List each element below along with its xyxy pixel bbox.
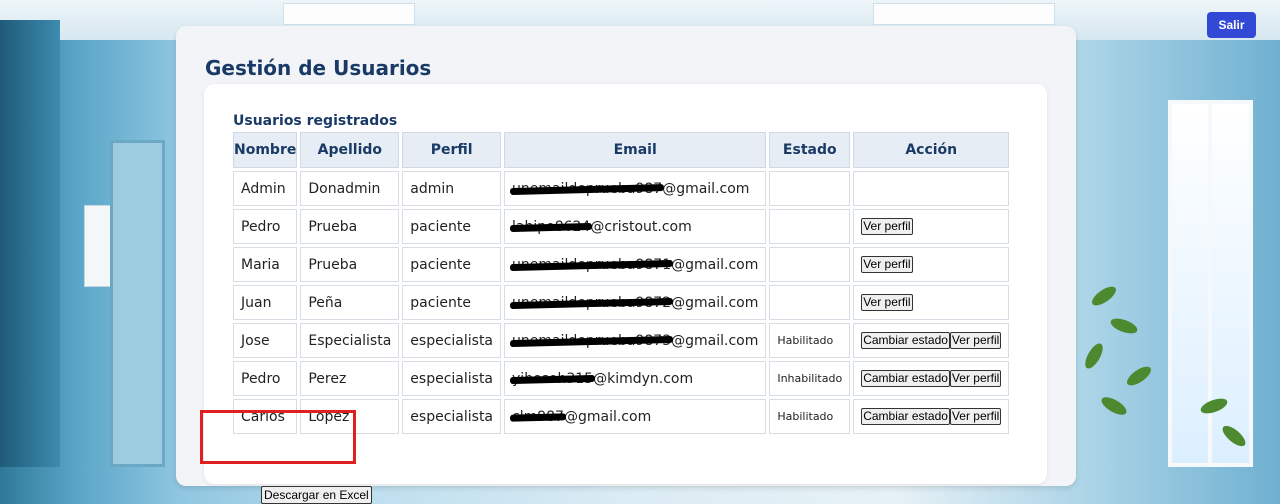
email-redacted: unemaildeprueba9872 bbox=[512, 294, 672, 311]
cell-accion: Ver perfil bbox=[853, 285, 1010, 320]
cell-nombre: Admin bbox=[233, 171, 298, 206]
cell-accion: Cambiar estado Ver perfil bbox=[853, 399, 1010, 434]
cell-nombre: Jose bbox=[233, 323, 298, 358]
table-row: Jose Especialista especialista unemailde… bbox=[233, 323, 1010, 358]
background-door bbox=[0, 20, 60, 467]
column-header-nombre: Nombre bbox=[233, 132, 298, 168]
email-domain: @cristout.com bbox=[590, 218, 692, 235]
cell-nombre: Maria bbox=[233, 247, 298, 282]
email-domain: @gmail.com bbox=[563, 408, 652, 425]
table-row: Admin Donadmin admin unemaildeprueba987@… bbox=[233, 171, 1010, 206]
cell-estado bbox=[769, 285, 851, 320]
logout-button[interactable]: Salir bbox=[1207, 12, 1256, 38]
cell-email: labipo8624@cristout.com bbox=[504, 209, 767, 244]
cell-email: unemaildeprueba9873@gmail.com bbox=[504, 323, 767, 358]
background-door bbox=[110, 140, 165, 467]
cell-estado bbox=[769, 209, 851, 244]
cell-accion: Cambiar estado Ver perfil bbox=[853, 323, 1010, 358]
email-domain: @gmail.com bbox=[671, 332, 759, 349]
cell-apellido: Prueba bbox=[300, 247, 400, 282]
cell-email: unemaildeprueba9871@gmail.com bbox=[504, 247, 767, 282]
change-status-button[interactable]: Cambiar estado bbox=[861, 370, 950, 387]
cell-apellido: Prueba bbox=[300, 209, 400, 244]
cell-accion: Ver perfil bbox=[853, 209, 1010, 244]
cell-perfil: paciente bbox=[402, 247, 502, 282]
column-header-perfil: Perfil bbox=[402, 132, 502, 168]
table-header-row: Nombre Apellido Perfil Email Estado Acci… bbox=[233, 132, 1010, 168]
users-table: Nombre Apellido Perfil Email Estado Acci… bbox=[230, 129, 1012, 437]
cell-apellido: Donadmin bbox=[300, 171, 400, 206]
view-profile-button[interactable]: Ver perfil bbox=[861, 218, 913, 235]
email-redacted: labipo8624 bbox=[512, 218, 591, 235]
cell-email: unemaildeprueba987@gmail.com bbox=[504, 171, 767, 206]
cell-perfil: especialista bbox=[402, 399, 502, 434]
cell-apellido: Peña bbox=[300, 285, 400, 320]
cell-nombre: Pedro bbox=[233, 209, 298, 244]
cell-perfil: especialista bbox=[402, 323, 502, 358]
cell-email: clm987@gmail.com bbox=[504, 399, 767, 434]
view-profile-button[interactable]: Ver perfil bbox=[861, 294, 913, 311]
cell-estado bbox=[769, 247, 851, 282]
view-profile-button[interactable]: Ver perfil bbox=[949, 408, 1002, 425]
page-title: Gestión de Usuarios bbox=[205, 56, 432, 80]
cell-nombre: Juan bbox=[233, 285, 298, 320]
email-domain: @kimdyn.com bbox=[593, 370, 694, 387]
cell-perfil: paciente bbox=[402, 209, 502, 244]
main-panel: Gestión de Usuarios Usuarios registrados… bbox=[176, 26, 1076, 504]
view-profile-button[interactable]: Ver perfil bbox=[949, 332, 1002, 349]
background-wall-panel bbox=[84, 205, 112, 287]
column-header-apellido: Apellido bbox=[300, 132, 400, 168]
email-redacted: unemaildeprueba987 bbox=[512, 180, 663, 197]
users-card: Usuarios registrados Nombre Apellido Per… bbox=[204, 84, 1047, 504]
change-status-button[interactable]: Cambiar estado bbox=[861, 408, 950, 425]
column-header-email: Email bbox=[504, 132, 767, 168]
email-domain: @gmail.com bbox=[671, 256, 759, 273]
cell-email: unemaildeprueba9872@gmail.com bbox=[504, 285, 767, 320]
cell-apellido: Lopez bbox=[300, 399, 400, 434]
view-profile-button[interactable]: Ver perfil bbox=[949, 370, 1002, 387]
cell-email: yihosoh315@kimdyn.com bbox=[504, 361, 767, 396]
change-status-button[interactable]: Cambiar estado bbox=[861, 332, 950, 349]
download-excel-button[interactable]: Descargar en Excel bbox=[261, 486, 372, 504]
column-header-accion: Acción bbox=[853, 132, 1010, 168]
table-row: Carlos Lopez especialista clm987@gmail.c… bbox=[233, 399, 1010, 434]
cell-perfil: admin bbox=[402, 171, 502, 206]
cell-estado: Habilitado bbox=[769, 399, 851, 434]
table-row: Maria Prueba paciente unemaildeprueba987… bbox=[233, 247, 1010, 282]
cell-accion: Cambiar estado Ver perfil bbox=[853, 361, 1010, 396]
email-redacted: unemaildeprueba9873 bbox=[512, 332, 672, 349]
email-redacted: unemaildeprueba9871 bbox=[512, 256, 672, 273]
email-redacted: clm987 bbox=[512, 408, 564, 425]
cell-accion bbox=[853, 171, 1010, 206]
cell-nombre: Pedro bbox=[233, 361, 298, 396]
email-redacted: yihosoh315 bbox=[512, 370, 594, 387]
table-row: Pedro Prueba paciente labipo8624@cristou… bbox=[233, 209, 1010, 244]
cell-estado: Inhabilitado bbox=[769, 361, 851, 396]
cell-apellido: Especialista bbox=[300, 323, 400, 358]
column-header-estado: Estado bbox=[769, 132, 851, 168]
cell-estado: Habilitado bbox=[769, 323, 851, 358]
cell-perfil: especialista bbox=[402, 361, 502, 396]
ceiling-light bbox=[283, 3, 415, 25]
section-subtitle: Usuarios registrados bbox=[233, 113, 398, 129]
cell-accion: Ver perfil bbox=[853, 247, 1010, 282]
ceiling-light bbox=[873, 3, 1055, 25]
email-domain: @gmail.com bbox=[671, 294, 759, 311]
table-row: Juan Peña paciente unemaildeprueba9872@g… bbox=[233, 285, 1010, 320]
cell-nombre: Carlos bbox=[233, 399, 298, 434]
table-row: Pedro Perez especialista yihosoh315@kimd… bbox=[233, 361, 1010, 396]
view-profile-button[interactable]: Ver perfil bbox=[861, 256, 913, 273]
cell-estado bbox=[769, 171, 851, 206]
cell-apellido: Perez bbox=[300, 361, 400, 396]
email-domain: @gmail.com bbox=[662, 180, 750, 197]
cell-perfil: paciente bbox=[402, 285, 502, 320]
